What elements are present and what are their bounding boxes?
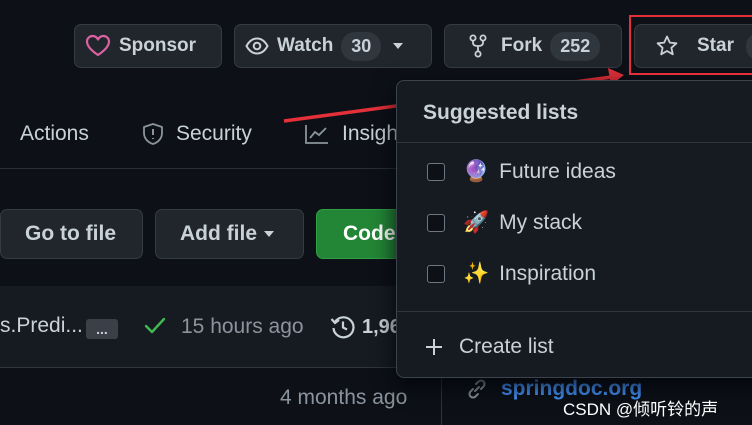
create-list-label: Create list — [459, 335, 554, 358]
list-label: My stack — [499, 211, 582, 234]
sparkles-icon: ✨ — [463, 262, 490, 285]
list-label: Inspiration — [499, 262, 597, 285]
dropdown-divider — [397, 311, 752, 312]
plus-icon — [425, 338, 443, 356]
create-list-button[interactable]: Create list — [425, 332, 554, 362]
list-item-my-stack[interactable]: 🚀 My stack — [427, 208, 582, 238]
list-item-inspiration[interactable]: ✨ Inspiration — [427, 259, 596, 289]
star-lists-dropdown: Suggested lists 🔮 Future ideas 🚀 My stac… — [396, 80, 752, 378]
list-checkbox[interactable] — [427, 163, 445, 181]
list-checkbox[interactable] — [427, 214, 445, 232]
crystal-ball-icon: 🔮 — [463, 160, 490, 183]
rocket-icon: 🚀 — [463, 211, 490, 234]
list-label: Future ideas — [499, 160, 616, 183]
list-item-future-ideas[interactable]: 🔮 Future ideas — [427, 157, 616, 187]
list-checkbox[interactable] — [427, 265, 445, 283]
dropdown-title: Suggested lists — [423, 101, 579, 124]
dropdown-divider — [397, 142, 752, 143]
watermark: CSDN @倾听铃的声 — [563, 400, 719, 419]
